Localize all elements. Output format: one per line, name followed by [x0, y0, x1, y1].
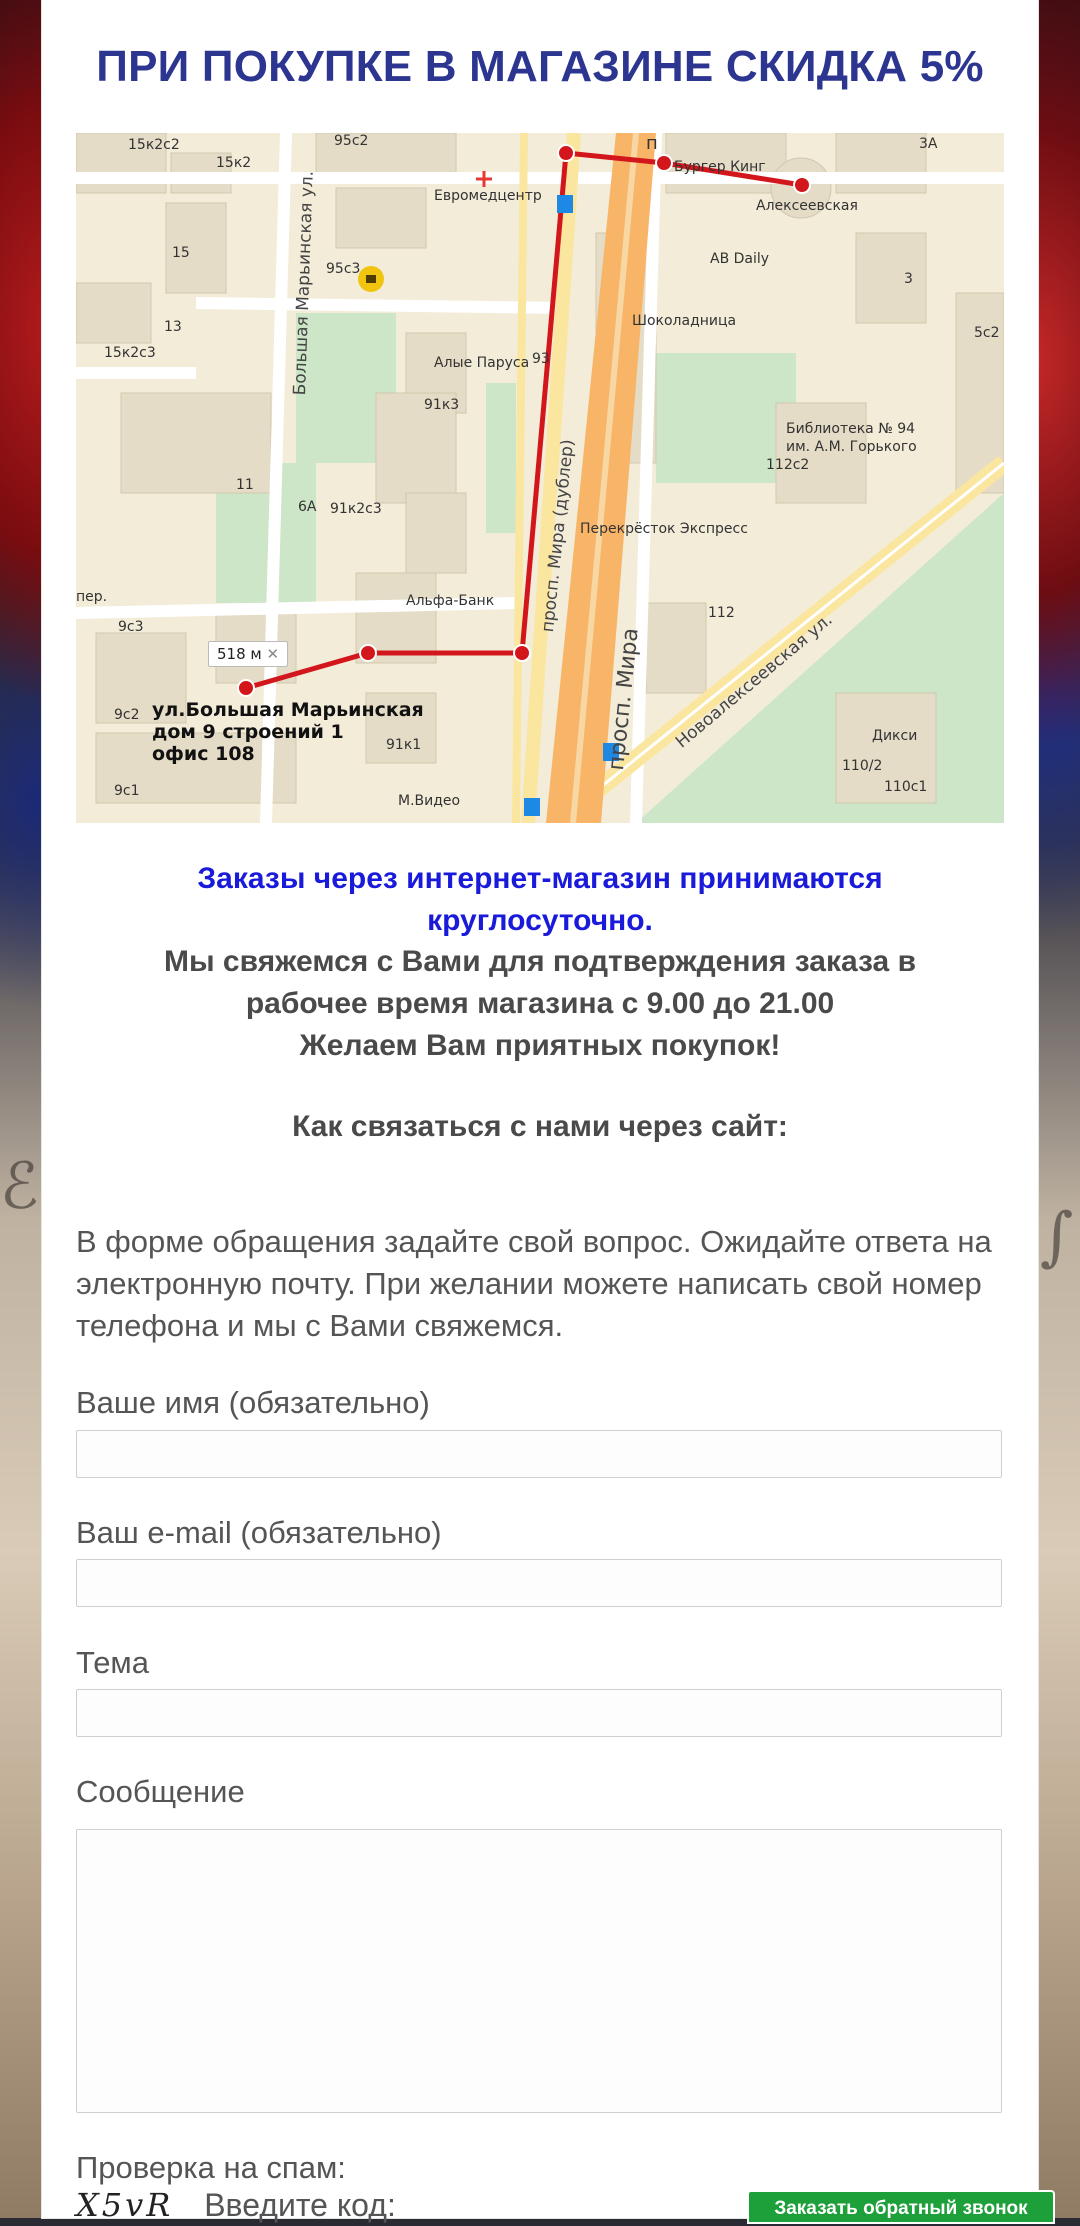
- map-label: 9с1: [114, 783, 140, 799]
- map-label: 9с2: [114, 707, 140, 723]
- map-label: 112: [708, 605, 735, 621]
- contact-heading: Как связаться с нами через сайт:: [292, 1110, 788, 1143]
- orders-notice-line: круглосуточно.: [427, 904, 653, 937]
- map-label: Алексеевская: [756, 198, 858, 214]
- map-label: п: [646, 133, 658, 154]
- map-label: 15к2: [216, 155, 252, 171]
- map-label: пер.: [76, 589, 108, 605]
- captcha-row: X5vR Введите код:: [76, 2186, 396, 2224]
- map-label: Дикси: [872, 728, 918, 744]
- map-label: 15к2с3: [104, 345, 156, 361]
- map-label: 95с3: [326, 261, 361, 277]
- shop-address: ул.Большая Марьинская дом 9 строений 1 о…: [152, 699, 424, 765]
- subject-field-label: Тема: [76, 1645, 149, 1680]
- map-label: Евромедцентр: [434, 188, 542, 204]
- map-label: Библиотека № 94: [786, 421, 916, 437]
- background-decoration: ∫: [1040, 1200, 1074, 1274]
- subject-field[interactable]: [76, 1689, 1002, 1737]
- route-distance: 518 м: [217, 645, 262, 663]
- map-label: им. А.М. Горького: [786, 439, 917, 455]
- map-label: 11: [236, 477, 254, 493]
- map-label: 91к2с3: [330, 501, 382, 517]
- spam-check-label: Проверка на спам:: [76, 2150, 346, 2185]
- map-label: 9с3: [118, 619, 144, 635]
- map-label: 110с1: [884, 779, 928, 795]
- map-label: Шоколадница: [632, 313, 737, 329]
- map-label: Бургер Кинг: [674, 159, 766, 175]
- map-label: 5с2: [974, 325, 1000, 341]
- map-label: 3А: [919, 136, 938, 152]
- map-label: 112с2: [766, 457, 810, 473]
- name-field-label: Ваше имя (обязательно): [76, 1385, 430, 1420]
- map-label: 13: [164, 319, 182, 335]
- map-label: М.Видео: [398, 793, 461, 809]
- orders-notice: Заказы через интернет-магазин принимаютс…: [76, 858, 1004, 942]
- confirmation-notice-line: Мы свяжемся с Вами для подтверждения зак…: [163, 945, 917, 978]
- discount-heading: ПРИ ПОКУПКЕ В МАГАЗИНЕ СКИДКА 5%: [96, 42, 984, 91]
- map-label: 95с2: [334, 133, 369, 149]
- map-label: 110/2: [842, 758, 883, 774]
- map-label: Перекрёсток Экспресс: [580, 521, 748, 537]
- contact-instructions: В форме обращения задайте свой вопрос. О…: [76, 1224, 992, 1343]
- map-label: 3: [904, 271, 913, 287]
- map-label: Альфа-Банк: [406, 593, 495, 609]
- confirmation-notice-line: Желаем Вам приятных покупок!: [299, 1029, 781, 1062]
- route-distance-badge: 518 м ✕: [208, 641, 289, 667]
- background-decoration: ℰ: [0, 1150, 39, 1224]
- map-label: 93: [532, 351, 550, 367]
- captcha-image: X5vR: [76, 2186, 174, 2224]
- address-line: ул.Большая Марьинская: [152, 699, 424, 721]
- name-field[interactable]: [76, 1430, 1002, 1478]
- email-field[interactable]: [76, 1559, 1002, 1607]
- map-label: AB Daily: [710, 251, 770, 267]
- content-card: ПРИ ПОКУПКЕ В МАГАЗИНЕ СКИДКА 5% 15к2с2 …: [42, 0, 1038, 2224]
- orders-notice-line: Заказы через интернет-магазин принимаютс…: [197, 862, 883, 895]
- map-label: 15: [172, 245, 190, 261]
- confirmation-notice: Мы свяжемся с Вами для подтверждения зак…: [76, 941, 1004, 1067]
- map-label: 6А: [298, 499, 317, 515]
- email-field-label: Ваш e-mail (обязательно): [76, 1515, 442, 1550]
- map-label: 91к3: [424, 397, 460, 413]
- map-label: Алые Паруса: [434, 355, 530, 371]
- confirmation-notice-line: рабочее время магазина с 9.00 до 21.00: [245, 987, 835, 1020]
- message-field[interactable]: [76, 1829, 1002, 2113]
- close-icon[interactable]: ✕: [267, 645, 280, 663]
- message-field-label: Сообщение: [76, 1774, 245, 1809]
- callback-button[interactable]: Заказать обратный звонок: [747, 2190, 1055, 2224]
- location-map[interactable]: 15к2с2 15к2 95с2 Евромедцентр Бургер Кин…: [76, 133, 1004, 823]
- map-label: 15к2с2: [128, 137, 180, 153]
- address-line: дом 9 строений 1: [152, 721, 344, 743]
- address-line: офис 108: [152, 743, 255, 765]
